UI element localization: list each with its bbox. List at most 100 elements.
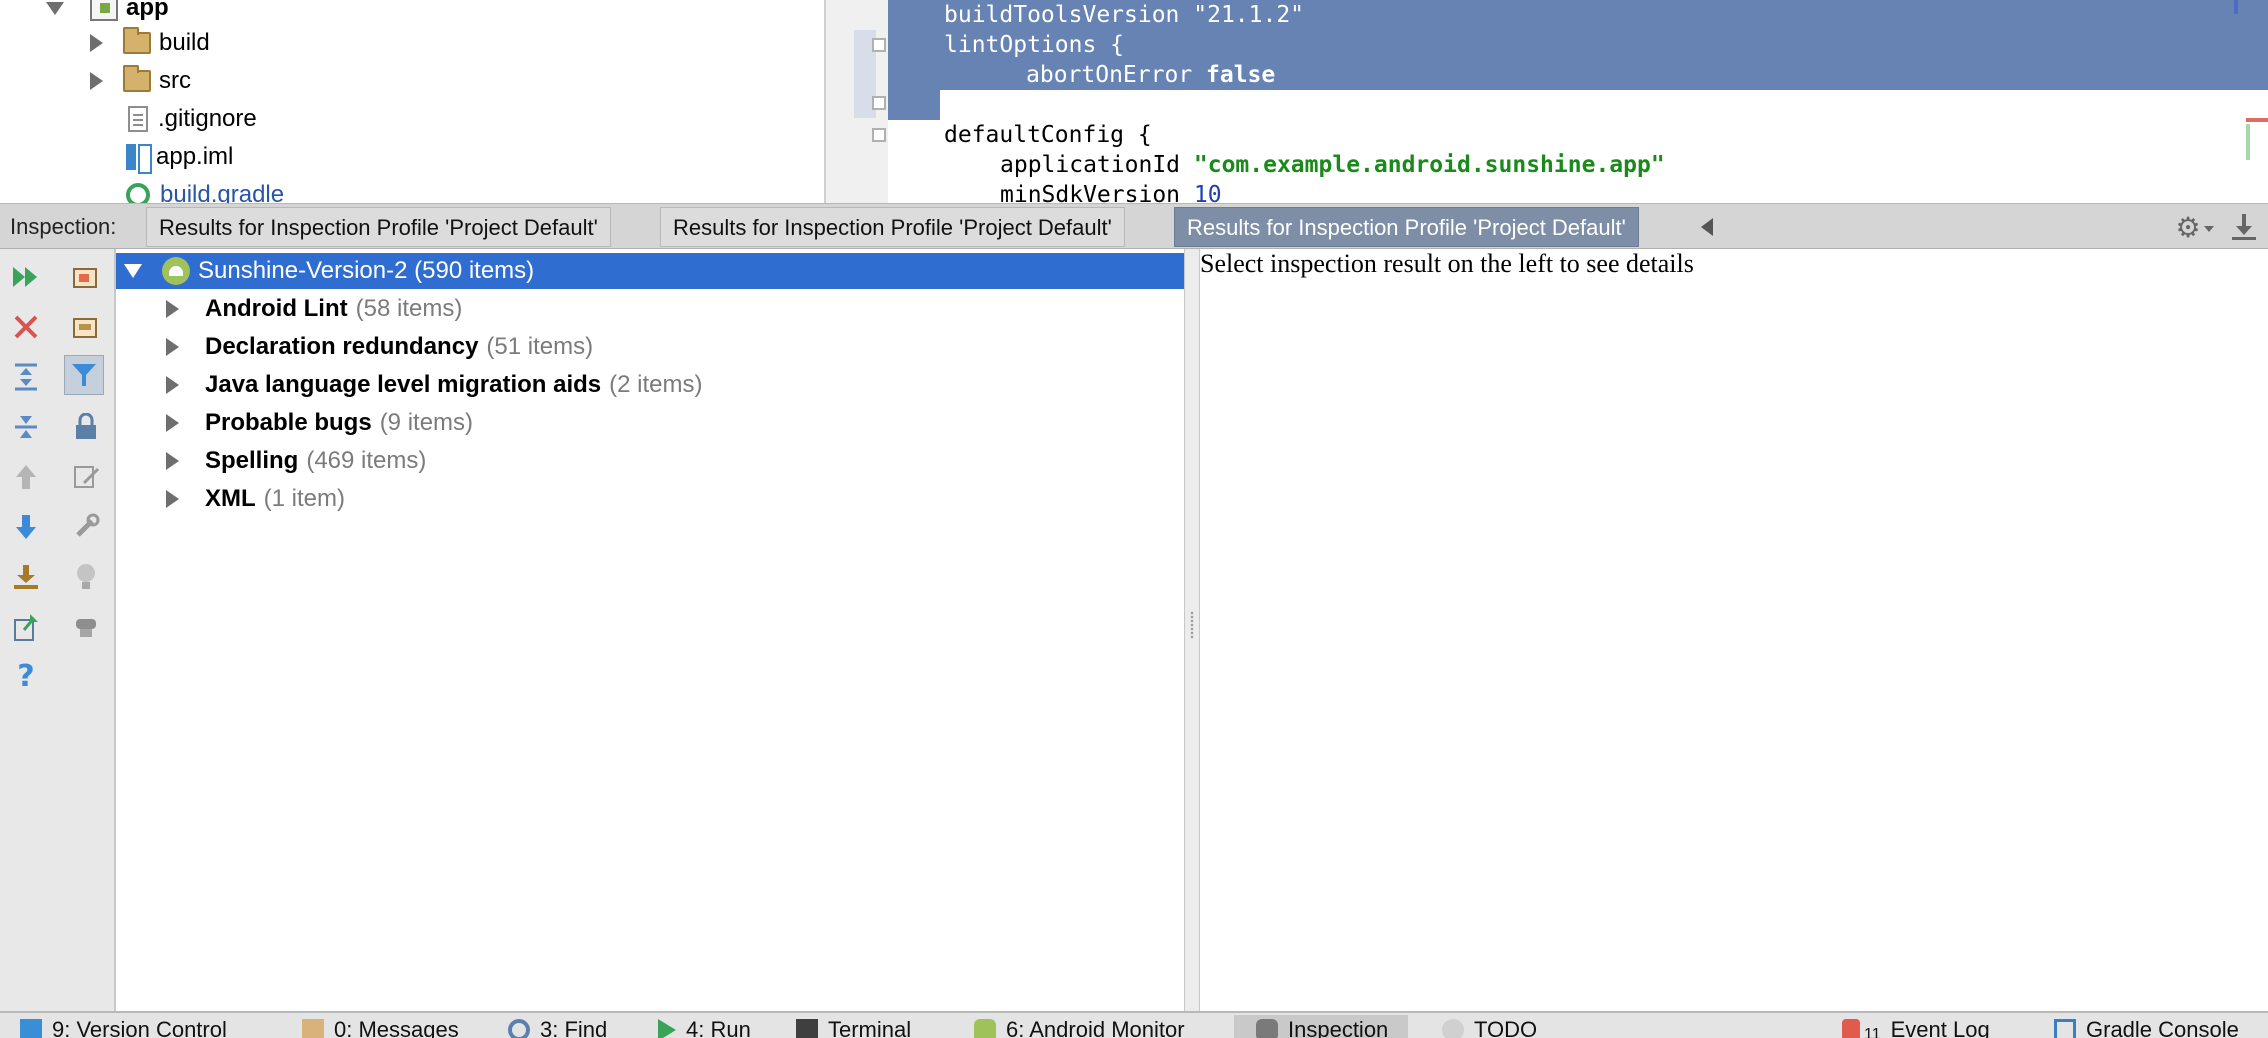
suppress-button[interactable] [66, 607, 106, 647]
fold-marker-icon[interactable] [872, 96, 886, 110]
fold-marker-icon[interactable] [872, 128, 886, 142]
previous-problem-button[interactable] [6, 457, 46, 497]
tool-window-version-control[interactable]: 9: Version Control [20, 1015, 227, 1038]
collapse-arrow-icon[interactable] [166, 414, 179, 432]
code-editor[interactable]: buildToolsVersion "21.1.2" lintOptions {… [826, 0, 2268, 203]
tool-window-inspection[interactable]: Inspection [1234, 1015, 1409, 1038]
import-button[interactable] [6, 607, 46, 647]
tree-item-gitignore[interactable]: .gitignore [128, 101, 257, 137]
scroll-left-icon[interactable] [1701, 218, 1713, 236]
help-icon: ? [17, 659, 35, 694]
dropdown-arrow-icon[interactable] [2204, 226, 2214, 232]
expand-arrow-icon[interactable] [46, 1, 64, 15]
tree-item-src[interactable]: src [90, 63, 191, 99]
next-problem-button[interactable] [6, 507, 46, 547]
tree-item-label: src [159, 67, 191, 94]
collapse-arrow-icon[interactable] [166, 300, 179, 318]
fold-marker-icon[interactable] [872, 38, 886, 52]
terminal-icon [796, 1019, 818, 1038]
inspection-label: Inspection: [10, 214, 117, 239]
tool-window-run[interactable]: 4: Run [658, 1015, 751, 1038]
module-icon [90, 0, 118, 21]
close-button[interactable] [6, 307, 46, 347]
suppress-icon [76, 619, 96, 637]
tree-item-label: app.iml [156, 143, 234, 170]
result-group-name: Declaration redundancy [205, 333, 479, 360]
result-group-xml[interactable]: XML (1 item) [116, 481, 1184, 517]
tree-item-build[interactable]: build [90, 25, 210, 61]
tree-item-label: app [126, 0, 169, 21]
result-group-name: Spelling [205, 447, 299, 474]
expand-all-button[interactable] [6, 357, 46, 397]
quick-fix-button[interactable] [66, 507, 106, 547]
tool-window-todo[interactable]: TODO [1442, 1015, 1537, 1038]
autoscroll-button[interactable] [66, 407, 106, 447]
run-icon [658, 1019, 676, 1038]
tree-item-app-iml[interactable]: app.iml [126, 139, 233, 175]
tree-root-row[interactable]: Sunshine-Version-2 (590 items) [116, 253, 1184, 289]
rerun-button[interactable] [6, 257, 46, 297]
group-by-severity-button[interactable] [66, 257, 106, 297]
show-hints-button[interactable] [66, 557, 106, 597]
collapse-arrow-icon[interactable] [166, 452, 179, 470]
tab-inspection-results-1[interactable]: Results for Inspection Profile 'Project … [146, 207, 611, 247]
result-group-declaration-redundancy[interactable]: Declaration redundancy (51 items) [116, 329, 1184, 365]
tree-item-label: .gitignore [158, 105, 257, 132]
tool-window-terminal[interactable]: Terminal [796, 1015, 911, 1038]
code-token: lintOptions { [944, 32, 1125, 58]
todo-icon [1442, 1019, 1464, 1038]
tab-inspection-results-3[interactable]: Results for Inspection Profile 'Project … [1174, 207, 1639, 247]
scroll-marker[interactable] [2234, 0, 2238, 14]
edit-settings-icon [74, 466, 100, 488]
tool-window-messages[interactable]: 0: Messages [302, 1015, 459, 1038]
collapse-all-button[interactable] [6, 407, 46, 447]
help-button[interactable]: ? [6, 657, 46, 697]
gradle-file-icon [126, 183, 150, 203]
collapse-arrow-icon[interactable] [166, 490, 179, 508]
result-group-count: (51 items) [486, 333, 594, 360]
tool-window-find[interactable]: 3: Find [508, 1015, 607, 1038]
tool-window-gradle-console[interactable]: Gradle Console [2054, 1015, 2239, 1038]
error-marker[interactable] [2246, 118, 2268, 122]
tab-inspection-results-2[interactable]: Results for Inspection Profile 'Project … [660, 207, 1125, 247]
result-group-java-migration[interactable]: Java language level migration aids (2 it… [116, 367, 1184, 403]
result-group-count: (58 items) [355, 295, 463, 322]
code-string: "com.example.android.sunshine.app" [1193, 152, 1665, 178]
arrow-up-icon [16, 465, 36, 489]
filter-button[interactable] [64, 355, 104, 395]
code-line: abortOnError false [1026, 60, 1275, 90]
tree-item-app[interactable]: app [46, 0, 169, 26]
tree-item-build-gradle[interactable]: build.gradle [126, 177, 284, 203]
export-button[interactable] [6, 557, 46, 597]
code-line: lintOptions { [944, 30, 1124, 60]
text-file-icon [128, 106, 148, 132]
result-group-android-lint[interactable]: Android Lint (58 items) [116, 291, 1184, 327]
collapse-arrow-icon[interactable] [90, 34, 103, 52]
gear-icon[interactable]: ⚙ [2174, 212, 2202, 243]
result-group-spelling[interactable]: Spelling (469 items) [116, 443, 1184, 479]
wrench-icon [76, 513, 100, 537]
inspection-tab-bar: Inspection: Results for Inspection Profi… [0, 203, 2268, 249]
code-line: } [972, 90, 986, 120]
splitter-grip-icon[interactable] [1190, 611, 1194, 639]
change-marker[interactable] [2246, 124, 2250, 160]
gradle-console-icon [2054, 1019, 2076, 1038]
tool-window-label: 3: Find [540, 1017, 608, 1038]
export-icon [14, 565, 38, 589]
collapse-arrow-icon[interactable] [90, 72, 103, 90]
collapse-arrow-icon[interactable] [166, 338, 179, 356]
result-group-count: (9 items) [379, 409, 474, 436]
code-keyword: false [1206, 62, 1276, 88]
group-by-directory-button[interactable] [66, 307, 106, 347]
collapse-arrow-icon[interactable] [166, 376, 179, 394]
hide-panel-icon[interactable] [2232, 212, 2256, 242]
tool-window-event-log[interactable]: 11 Event Log [1842, 1015, 1990, 1038]
pane-splitter[interactable] [1184, 249, 1200, 1011]
details-placeholder-text: Select inspection result on the left to … [1200, 249, 1694, 278]
result-group-probable-bugs[interactable]: Probable bugs (9 items) [116, 405, 1184, 441]
tool-window-android-monitor[interactable]: 6: Android Monitor [974, 1015, 1185, 1038]
code-number: 10 [1193, 182, 1222, 203]
group-directory-icon [73, 318, 97, 338]
expand-arrow-icon[interactable] [124, 264, 142, 278]
edit-settings-button[interactable] [66, 457, 106, 497]
